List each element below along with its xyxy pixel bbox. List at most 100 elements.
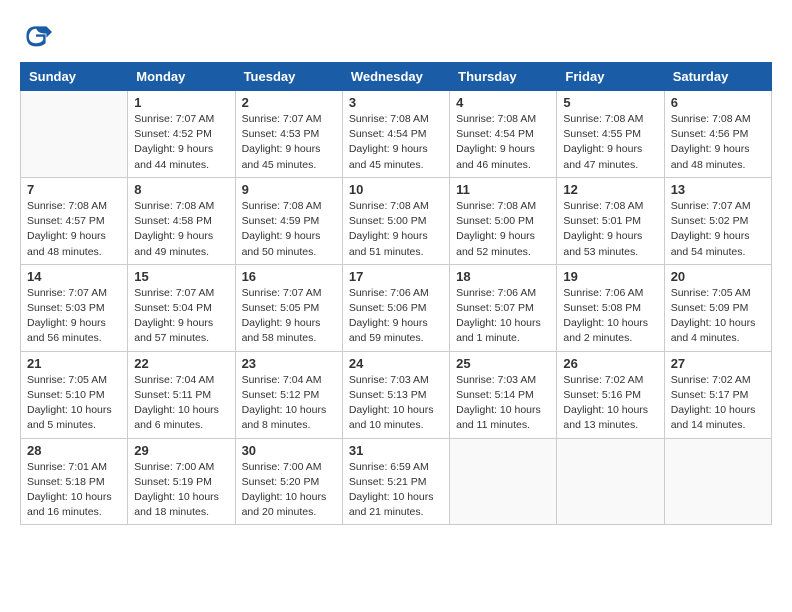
- day-info: Sunrise: 7:01 AM Sunset: 5:18 PM Dayligh…: [27, 460, 121, 521]
- calendar-cell: 9Sunrise: 7:08 AM Sunset: 4:59 PM Daylig…: [235, 177, 342, 264]
- calendar-week-row: 14 Sunrise: 7:07 AM Sunset: 5:03 PM Dayli…: [21, 264, 772, 351]
- weekday-header: Monday: [128, 63, 235, 91]
- day-info: Sunrise: 7:08 AM Sunset: 5:00 PM Dayligh…: [456, 199, 550, 260]
- day-info: Sunrise: 7:00 AM Sunset: 5:20 PM Dayligh…: [242, 460, 336, 521]
- calendar-cell: 3Sunrise: 7:08 AM Sunset: 4:54 PM Daylig…: [342, 91, 449, 178]
- weekday-header: Sunday: [21, 63, 128, 91]
- calendar-cell: [450, 438, 557, 525]
- calendar-cell: [557, 438, 664, 525]
- day-number: 13: [671, 182, 765, 197]
- day-info: Sunrise: 7:08 AM Sunset: 4:56 PM Dayligh…: [671, 112, 765, 173]
- day-number: 30: [242, 443, 336, 458]
- day-number: 2: [242, 95, 336, 110]
- day-number: 29: [134, 443, 228, 458]
- calendar-cell: 26Sunrise: 7:02 AM Sunset: 5:16 PM Dayli…: [557, 351, 664, 438]
- day-number: 28: [27, 443, 121, 458]
- calendar-cell: 5 Sunrise: 7:08 AM Sunset: 4:55 PM Daylig…: [557, 91, 664, 178]
- day-info: Sunrise: 7:05 AM Sunset: 5:09 PM Dayligh…: [671, 286, 765, 347]
- day-info: Sunrise: 7:07 AM Sunset: 5:02 PM Dayligh…: [671, 199, 765, 260]
- calendar-table: SundayMondayTuesdayWednesdayThursdayFrid…: [20, 62, 772, 525]
- day-number: 14: [27, 269, 121, 284]
- day-number: 18: [456, 269, 550, 284]
- day-info: Sunrise: 7:08 AM Sunset: 5:00 PM Dayligh…: [349, 199, 443, 260]
- calendar-cell: [664, 438, 771, 525]
- calendar-week-row: 28 Sunrise: 7:01 AM Sunset: 5:18 PM Dayli…: [21, 438, 772, 525]
- day-info: Sunrise: 7:07 AM Sunset: 5:05 PM Dayligh…: [242, 286, 336, 347]
- day-info: Sunrise: 7:07 AM Sunset: 4:52 PM Dayligh…: [134, 112, 228, 173]
- calendar-cell: 21 Sunrise: 7:05 AM Sunset: 5:10 PM Dayli…: [21, 351, 128, 438]
- calendar-cell: 19 Sunrise: 7:06 AM Sunset: 5:08 PM Dayli…: [557, 264, 664, 351]
- day-number: 27: [671, 356, 765, 371]
- calendar-cell: 23Sunrise: 7:04 AM Sunset: 5:12 PM Dayli…: [235, 351, 342, 438]
- calendar-cell: 18Sunrise: 7:06 AM Sunset: 5:07 PM Dayli…: [450, 264, 557, 351]
- day-number: 12: [563, 182, 657, 197]
- day-info: Sunrise: 7:03 AM Sunset: 5:14 PM Dayligh…: [456, 373, 550, 434]
- day-info: Sunrise: 7:08 AM Sunset: 4:54 PM Dayligh…: [456, 112, 550, 173]
- day-info: Sunrise: 7:02 AM Sunset: 5:16 PM Dayligh…: [563, 373, 657, 434]
- calendar-cell: 8 Sunrise: 7:08 AM Sunset: 4:58 PM Daylig…: [128, 177, 235, 264]
- day-number: 17: [349, 269, 443, 284]
- day-info: Sunrise: 7:03 AM Sunset: 5:13 PM Dayligh…: [349, 373, 443, 434]
- day-info: Sunrise: 7:07 AM Sunset: 5:03 PM Dayligh…: [27, 286, 121, 347]
- day-number: 19: [563, 269, 657, 284]
- calendar-week-row: 1 Sunrise: 7:07 AM Sunset: 4:52 PM Daylig…: [21, 91, 772, 178]
- day-number: 25: [456, 356, 550, 371]
- calendar-cell: 11 Sunrise: 7:08 AM Sunset: 5:00 PM Dayli…: [450, 177, 557, 264]
- day-info: Sunrise: 7:06 AM Sunset: 5:06 PM Dayligh…: [349, 286, 443, 347]
- calendar-cell: 27 Sunrise: 7:02 AM Sunset: 5:17 PM Dayli…: [664, 351, 771, 438]
- day-info: Sunrise: 7:08 AM Sunset: 4:59 PM Dayligh…: [242, 199, 336, 260]
- day-info: Sunrise: 7:07 AM Sunset: 5:04 PM Dayligh…: [134, 286, 228, 347]
- day-number: 4: [456, 95, 550, 110]
- day-number: 1: [134, 95, 228, 110]
- page-header: [20, 20, 772, 52]
- day-number: 11: [456, 182, 550, 197]
- day-number: 7: [27, 182, 121, 197]
- day-number: 31: [349, 443, 443, 458]
- calendar-cell: 25 Sunrise: 7:03 AM Sunset: 5:14 PM Dayli…: [450, 351, 557, 438]
- day-info: Sunrise: 7:08 AM Sunset: 5:01 PM Dayligh…: [563, 199, 657, 260]
- day-number: 22: [134, 356, 228, 371]
- weekday-header: Saturday: [664, 63, 771, 91]
- calendar-cell: 31 Sunrise: 6:59 AM Sunset: 5:21 PM Dayli…: [342, 438, 449, 525]
- calendar-cell: 7 Sunrise: 7:08 AM Sunset: 4:57 PM Daylig…: [21, 177, 128, 264]
- calendar-cell: 2Sunrise: 7:07 AM Sunset: 4:53 PM Daylig…: [235, 91, 342, 178]
- calendar-cell: 24 Sunrise: 7:03 AM Sunset: 5:13 PM Dayli…: [342, 351, 449, 438]
- calendar-cell: 16 Sunrise: 7:07 AM Sunset: 5:05 PM Dayli…: [235, 264, 342, 351]
- calendar-week-row: 7 Sunrise: 7:08 AM Sunset: 4:57 PM Daylig…: [21, 177, 772, 264]
- day-info: Sunrise: 7:08 AM Sunset: 4:58 PM Dayligh…: [134, 199, 228, 260]
- day-info: Sunrise: 7:08 AM Sunset: 4:55 PM Dayligh…: [563, 112, 657, 173]
- calendar-cell: 6 Sunrise: 7:08 AM Sunset: 4:56 PM Daylig…: [664, 91, 771, 178]
- calendar-cell: 28 Sunrise: 7:01 AM Sunset: 5:18 PM Dayli…: [21, 438, 128, 525]
- calendar-cell: 12 Sunrise: 7:08 AM Sunset: 5:01 PM Dayli…: [557, 177, 664, 264]
- weekday-header: Thursday: [450, 63, 557, 91]
- day-number: 3: [349, 95, 443, 110]
- day-number: 21: [27, 356, 121, 371]
- day-info: Sunrise: 7:00 AM Sunset: 5:19 PM Dayligh…: [134, 460, 228, 521]
- day-info: Sunrise: 7:02 AM Sunset: 5:17 PM Dayligh…: [671, 373, 765, 434]
- day-number: 8: [134, 182, 228, 197]
- logo-icon: [20, 20, 52, 52]
- day-info: Sunrise: 7:06 AM Sunset: 5:08 PM Dayligh…: [563, 286, 657, 347]
- day-number: 23: [242, 356, 336, 371]
- weekday-header: Tuesday: [235, 63, 342, 91]
- day-number: 5: [563, 95, 657, 110]
- calendar-cell: 30 Sunrise: 7:00 AM Sunset: 5:20 PM Dayli…: [235, 438, 342, 525]
- weekday-header-row: SundayMondayTuesdayWednesdayThursdayFrid…: [21, 63, 772, 91]
- logo: [20, 20, 56, 52]
- calendar-cell: 10 Sunrise: 7:08 AM Sunset: 5:00 PM Dayli…: [342, 177, 449, 264]
- weekday-header: Friday: [557, 63, 664, 91]
- day-info: Sunrise: 7:05 AM Sunset: 5:10 PM Dayligh…: [27, 373, 121, 434]
- calendar-cell: 1 Sunrise: 7:07 AM Sunset: 4:52 PM Daylig…: [128, 91, 235, 178]
- day-number: 10: [349, 182, 443, 197]
- calendar-cell: [21, 91, 128, 178]
- day-info: Sunrise: 7:08 AM Sunset: 4:57 PM Dayligh…: [27, 199, 121, 260]
- day-number: 20: [671, 269, 765, 284]
- day-number: 15: [134, 269, 228, 284]
- day-number: 16: [242, 269, 336, 284]
- calendar-cell: 22Sunrise: 7:04 AM Sunset: 5:11 PM Dayli…: [128, 351, 235, 438]
- calendar-cell: 29 Sunrise: 7:00 AM Sunset: 5:19 PM Dayli…: [128, 438, 235, 525]
- day-info: Sunrise: 6:59 AM Sunset: 5:21 PM Dayligh…: [349, 460, 443, 521]
- day-number: 24: [349, 356, 443, 371]
- calendar-cell: 14 Sunrise: 7:07 AM Sunset: 5:03 PM Dayli…: [21, 264, 128, 351]
- day-number: 6: [671, 95, 765, 110]
